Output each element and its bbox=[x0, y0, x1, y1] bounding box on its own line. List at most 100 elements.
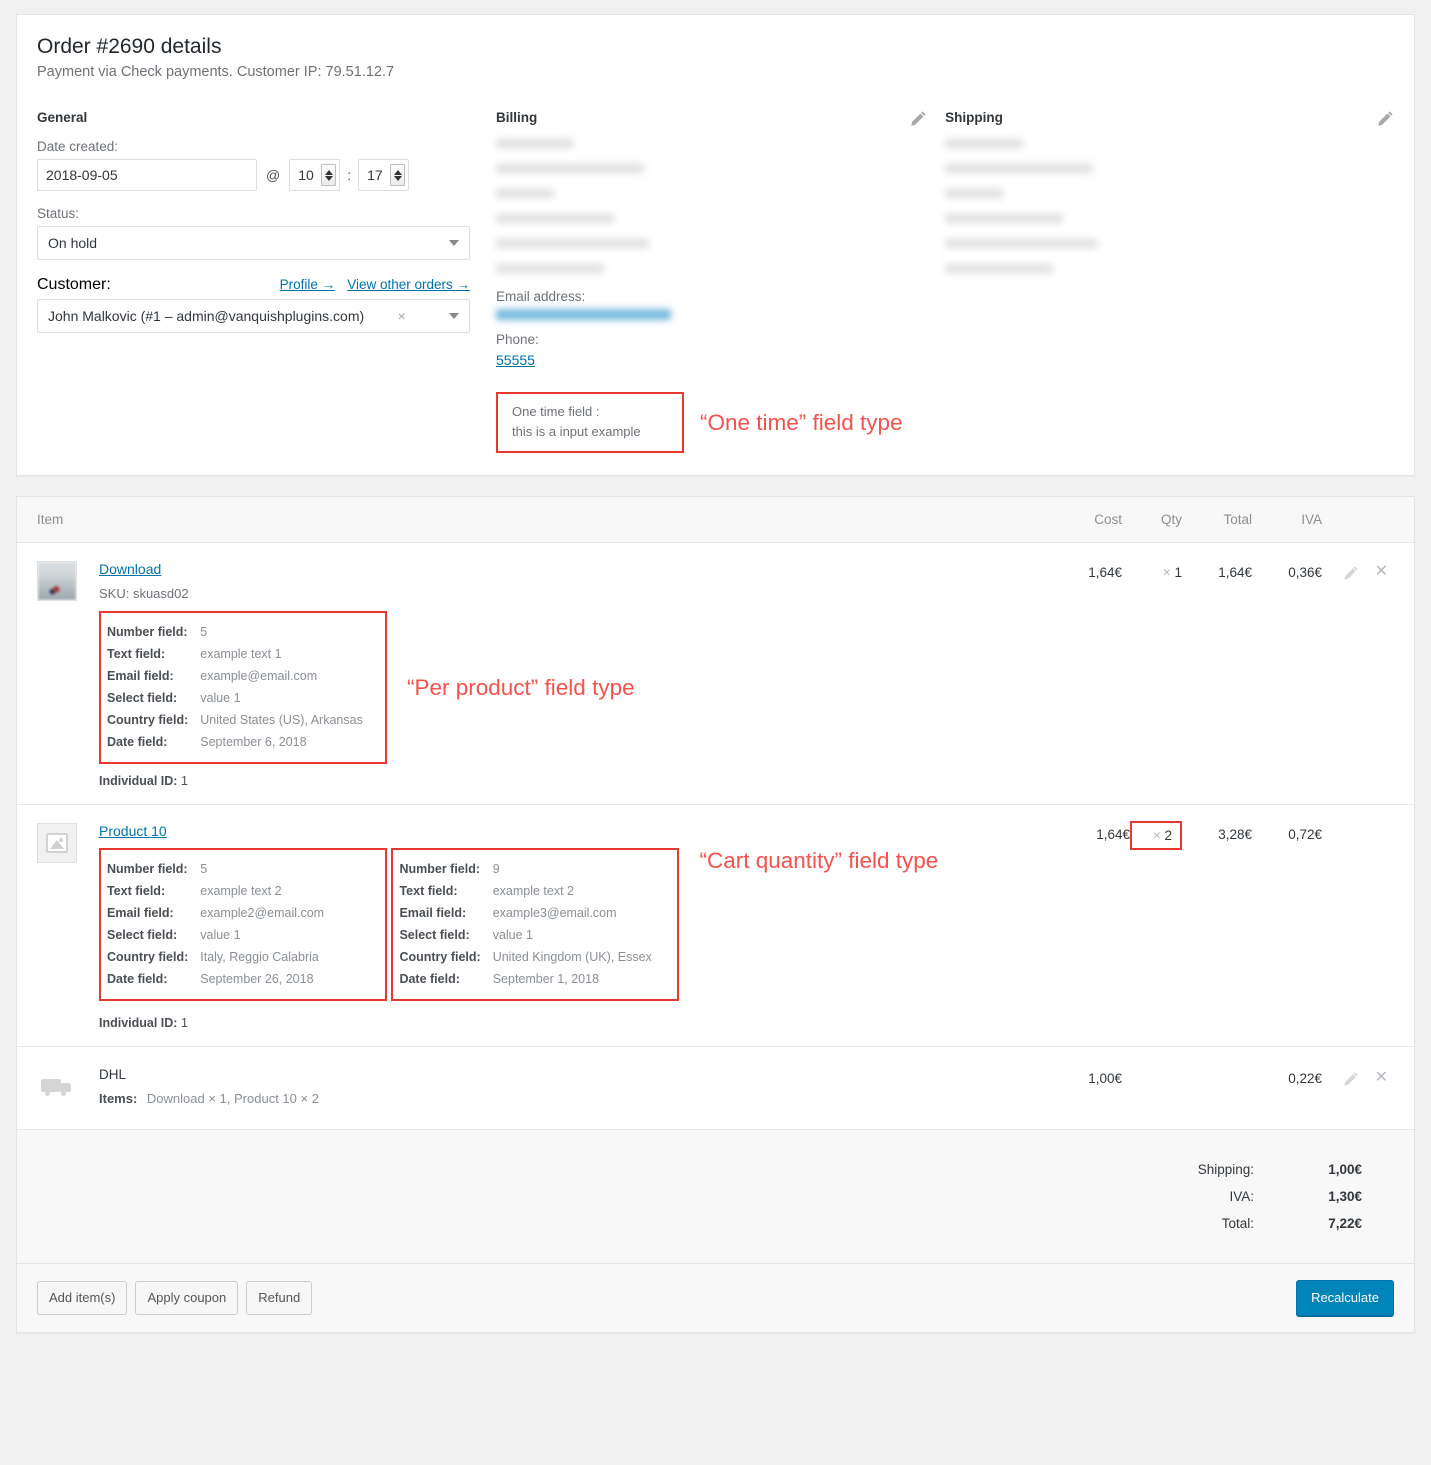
add-items-button[interactable]: Add item(s) bbox=[37, 1281, 128, 1315]
item-iva: 0,72€ bbox=[1288, 827, 1322, 843]
qty-multiplier: × bbox=[1162, 565, 1171, 581]
total-label: Shipping: bbox=[1197, 1162, 1254, 1178]
meta-row: Email field: example3@email.com bbox=[399, 902, 651, 924]
profile-link[interactable]: Profile → bbox=[280, 277, 336, 292]
minute-value: 17 bbox=[367, 167, 383, 184]
customer-links: Profile → View other orders → bbox=[280, 277, 470, 292]
meta-key: Country field: bbox=[107, 713, 189, 728]
chevron-down-icon[interactable] bbox=[393, 175, 402, 181]
customer-label-row: Customer: Profile → View other orders → bbox=[37, 276, 470, 294]
meta-key: Email field: bbox=[107, 669, 174, 684]
totals-row: IVA: 1,30€ bbox=[1198, 1183, 1394, 1210]
item-details: Product 10 Number field: 5 Text field: e… bbox=[99, 823, 938, 1030]
order-items-panel: Item Cost Qty Total IVA Download SKU: sk… bbox=[16, 496, 1415, 1333]
meta-row: Number field: 5 bbox=[107, 858, 324, 880]
recalculate-button[interactable]: Recalculate bbox=[1296, 1280, 1394, 1316]
meta-row: Country field: Italy, Reggio Calabria bbox=[107, 946, 324, 968]
shipping-actions: ✕ bbox=[1322, 1070, 1394, 1091]
individual-id: Individual ID: 1 bbox=[99, 774, 635, 788]
meta-key: Text field: bbox=[107, 647, 166, 662]
meta-key: Number field: bbox=[107, 625, 188, 640]
chevron-down-icon[interactable] bbox=[449, 313, 459, 320]
billing-phone-link[interactable]: 55555 bbox=[496, 352, 535, 368]
edit-shipping-pencil-icon[interactable] bbox=[1378, 110, 1394, 131]
date-created-row: @ 10 : 17 bbox=[37, 159, 476, 192]
meta-value: September 6, 2018 bbox=[200, 735, 307, 750]
item-cell: Product 10 Number field: 5 Text field: e… bbox=[37, 823, 1060, 1030]
individual-id-label: Individual ID: bbox=[99, 774, 178, 789]
product-sku: SKU: skuasd02 bbox=[99, 586, 189, 602]
status-select-wrap[interactable]: On hold bbox=[37, 226, 470, 261]
delete-shipping-line-close-icon[interactable]: ✕ bbox=[1375, 1070, 1388, 1091]
refund-button[interactable]: Refund bbox=[246, 1281, 313, 1315]
meta-value: example text 2 bbox=[200, 884, 282, 899]
billing-column: Billing Email address: Phone: 55555 One … bbox=[496, 110, 945, 454]
item-amounts: 1,64€ × 1 1,64€ 0,36€ ✕ bbox=[1052, 561, 1394, 788]
chevron-down-icon[interactable] bbox=[324, 175, 333, 181]
clear-icon[interactable]: × bbox=[397, 308, 405, 324]
edit-item-pencil-icon[interactable] bbox=[1343, 565, 1359, 585]
general-column: General Date created: @ 10 : 17 bbox=[37, 110, 496, 334]
meta-row: Country field: United States (US), Arkan… bbox=[107, 709, 363, 731]
qty-value: 1 bbox=[1174, 565, 1182, 581]
minute-stepper[interactable]: 17 bbox=[358, 159, 410, 192]
apply-coupon-button[interactable]: Apply coupon bbox=[135, 1281, 239, 1315]
item-qty: × 2 bbox=[1130, 821, 1182, 851]
item-details: Download SKU: skuasd02 Number field: 5 T… bbox=[99, 561, 635, 788]
items-table-header: Item Cost Qty Total IVA bbox=[17, 497, 1414, 544]
total-label: Total: bbox=[1221, 1216, 1254, 1232]
product-link[interactable]: Product 10 bbox=[99, 823, 167, 839]
table-row-shipping: DHL Items: Download × 1, Product 10 × 2 … bbox=[17, 1047, 1414, 1131]
meta-row: Date field: September 6, 2018 bbox=[107, 731, 363, 753]
shipping-amounts: 1,00€ 0,22€ ✕ bbox=[1052, 1067, 1394, 1107]
order-totals: Shipping: 1,00€ IVA: 1,30€ Total: 7,22€ bbox=[17, 1130, 1414, 1265]
meta-key: Date field: bbox=[107, 735, 168, 750]
column-header-qty: Qty bbox=[1160, 512, 1182, 528]
status-select[interactable]: On hold bbox=[37, 226, 470, 261]
hour-spinner-arrows[interactable] bbox=[321, 164, 337, 187]
shipping-items-label: Items: bbox=[99, 1091, 138, 1107]
meta-value: September 26, 2018 bbox=[200, 972, 314, 987]
meta-value: United Kingdom (UK), Essex bbox=[492, 950, 652, 965]
minute-spinner-arrows[interactable] bbox=[390, 164, 406, 187]
date-created-label: Date created: bbox=[37, 139, 119, 155]
page-title: Order #2690 details bbox=[37, 35, 222, 58]
items-footer-bar: Add item(s) Apply coupon Refund Recalcul… bbox=[17, 1264, 1414, 1332]
meta-row: Text field: example text 2 bbox=[399, 880, 651, 902]
general-heading: General bbox=[37, 110, 88, 126]
product-link[interactable]: Download bbox=[99, 561, 161, 577]
meta-value: example3@email.com bbox=[492, 906, 617, 921]
chevron-up-icon[interactable] bbox=[324, 169, 333, 175]
individual-id-value: 1 bbox=[180, 1016, 188, 1031]
customer-select-wrap[interactable]: John Malkovic (#1 – admin@vanquishplugin… bbox=[37, 299, 470, 334]
meta-key: Country field: bbox=[399, 950, 481, 965]
edit-shipping-line-pencil-icon[interactable] bbox=[1343, 1071, 1359, 1091]
customer-select[interactable]: John Malkovic (#1 – admin@vanquishplugin… bbox=[37, 299, 470, 334]
billing-email-label: Email address: bbox=[496, 289, 586, 305]
order-data-panel: Order #2690 details Payment via Check pa… bbox=[16, 14, 1415, 477]
per-product-callout-text: “Per product” field type bbox=[407, 674, 635, 700]
meta-value: 5 bbox=[200, 862, 208, 877]
billing-email-blurred[interactable] bbox=[496, 309, 671, 321]
chevron-down-icon[interactable] bbox=[449, 240, 459, 247]
per-product-meta-box: Number field: 5 Text field: example text… bbox=[99, 611, 387, 765]
customer-selected-value: John Malkovic (#1 – admin@vanquishplugin… bbox=[48, 308, 365, 325]
placeholder-image-icon bbox=[38, 824, 76, 863]
view-other-orders-link[interactable]: View other orders → bbox=[347, 277, 470, 292]
meta-table: Number field: 9 Text field: example text… bbox=[399, 858, 651, 990]
cart-quantity-callout-text: “Cart quantity” field type bbox=[699, 848, 939, 874]
totals-row: Total: 7,22€ bbox=[1198, 1210, 1394, 1237]
truck-icon bbox=[37, 1067, 77, 1107]
chevron-up-icon[interactable] bbox=[393, 169, 402, 175]
delete-item-close-icon[interactable]: ✕ bbox=[1375, 564, 1388, 585]
date-created-input[interactable] bbox=[37, 159, 257, 192]
shipping-cell: DHL Items: Download × 1, Product 10 × 2 bbox=[37, 1067, 1052, 1107]
meta-row: Number field: 9 bbox=[399, 858, 651, 880]
meta-key: Date field: bbox=[399, 972, 460, 987]
status-label: Status: bbox=[37, 206, 80, 222]
hour-stepper[interactable]: 10 bbox=[289, 159, 341, 192]
qty-multiplier: × bbox=[1152, 828, 1161, 844]
meta-table: Number field: 5 Text field: example text… bbox=[107, 858, 324, 990]
edit-billing-pencil-icon[interactable] bbox=[911, 110, 927, 131]
meta-value: example text 1 bbox=[200, 647, 282, 662]
